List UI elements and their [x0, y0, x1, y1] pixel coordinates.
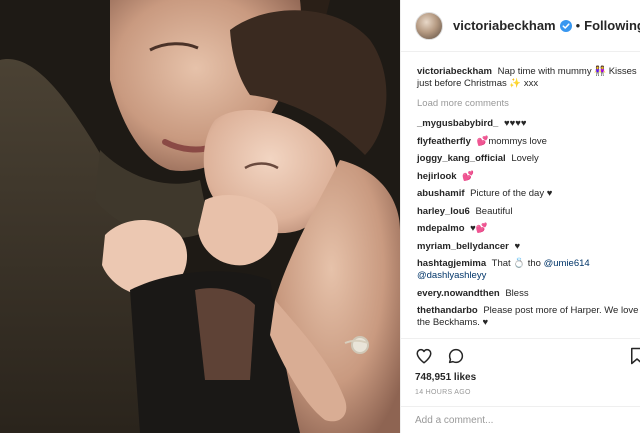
comment-username[interactable]: joggy_kang_official [417, 153, 506, 164]
following-button[interactable]: Following [584, 18, 640, 33]
comment-text: Lovely [511, 153, 539, 164]
comment-bubble-icon[interactable] [447, 347, 465, 365]
comment-username[interactable]: flyfeatherfly [417, 136, 471, 147]
comment: thethandarbo Please post more of Harper.… [417, 305, 640, 329]
comment-text: ♥♥♥♥ [503, 118, 527, 129]
comment-username[interactable]: every.nowandthen [417, 288, 500, 299]
comment-text: Picture of the day ♥ [470, 188, 553, 199]
comment: abushamif Picture of the day ♥ [417, 188, 640, 200]
instagram-post: victoriabeckham • Following victoriabeck… [0, 0, 640, 433]
comment: harley_lou6 Beautiful [417, 206, 640, 218]
comment: _mygusbabybird_ ♥♥♥♥ [417, 118, 640, 130]
caption: victoriabeckham Nap time with mummy 👭 Ki… [417, 66, 640, 90]
comment: joggy_kang_official Lovely [417, 153, 640, 165]
comment-username[interactable]: mdepalmo [417, 223, 465, 234]
action-bar [401, 338, 640, 372]
verified-badge-icon [559, 19, 572, 32]
heart-icon[interactable] [415, 347, 433, 365]
comment-username[interactable]: harley_lou6 [417, 206, 470, 217]
load-more-comments-link[interactable]: Load more comments [417, 98, 640, 110]
comment-text: That 💍 tho [491, 258, 541, 269]
post-timestamp[interactable]: 14 HOURS AGO [401, 383, 640, 406]
comment: hejirlook 💕 [417, 171, 640, 183]
avatar[interactable] [415, 11, 443, 40]
comment-username[interactable]: hashtagjemima [417, 258, 486, 269]
comment: myriam_bellydancer ♥ [417, 241, 640, 253]
comment: every.nowandthen Bless [417, 288, 640, 300]
bookmark-icon[interactable] [629, 347, 640, 365]
comments-list[interactable]: victoriabeckham Nap time with mummy 👭 Ki… [401, 52, 640, 338]
photo-mother-and-child [0, 0, 400, 433]
comment-text: ♥💕 [470, 223, 488, 234]
comment-text: ♥ [514, 240, 521, 252]
comment-text: Beautiful [475, 205, 513, 217]
likes-count[interactable]: 748,951 likes [401, 372, 640, 383]
header-username[interactable]: victoriabeckham [453, 18, 556, 33]
post-side-panel: victoriabeckham • Following victoriabeck… [400, 0, 640, 433]
comment-username[interactable]: myriam_bellydancer [417, 241, 509, 252]
post-photo[interactable] [0, 0, 400, 433]
comment: flyfeatherfly 💕mommys love [417, 136, 640, 148]
add-comment-input[interactable]: Add a comment... [401, 406, 640, 433]
caption-username[interactable]: victoriabeckham [417, 66, 492, 77]
header-separator: • [575, 18, 581, 33]
comment: mdepalmo ♥💕 [417, 223, 640, 235]
comment-username[interactable]: _mygusbabybird_ [417, 118, 498, 129]
comment-username[interactable]: hejirlook [417, 171, 457, 182]
comment-text: Bless [505, 287, 529, 299]
comment-text: 💕mommys love [476, 135, 547, 147]
comment-username[interactable]: abushamif [417, 188, 465, 199]
comment-username[interactable]: thethandarbo [417, 305, 478, 316]
comment: hashtagjemima That 💍 tho @umie614 @dashl… [417, 258, 640, 282]
post-header: victoriabeckham • Following [401, 0, 640, 52]
comment-text: 💕 [462, 170, 475, 182]
